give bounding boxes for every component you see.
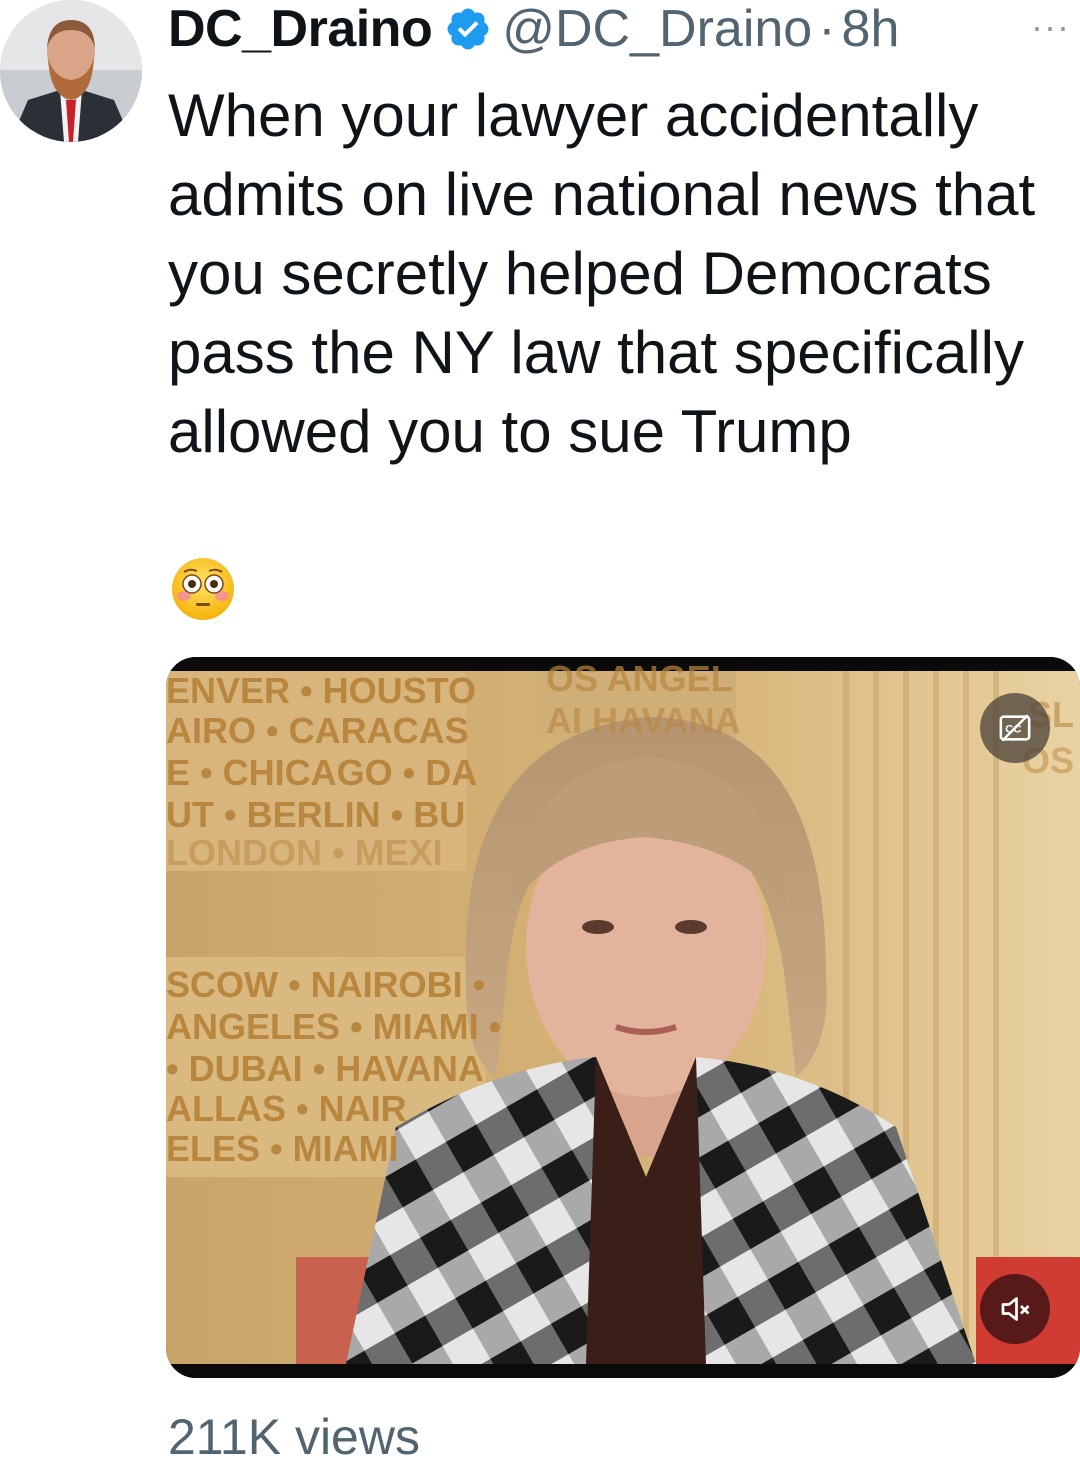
city-line-10: ELES • MIAMI	[166, 1128, 399, 1169]
city-line-11: OS ANGEL	[546, 658, 733, 699]
city-line-8: • DUBAI • HAVANA	[166, 1048, 484, 1089]
city-line-3: E • CHICAGO • DA	[166, 752, 477, 793]
header-separator: ·	[818, 0, 836, 58]
city-line-6: SCOW • NAIROBI •	[166, 964, 485, 1005]
view-count: 211K views	[168, 1409, 420, 1465]
flushed-face-emoji-icon	[170, 556, 236, 622]
city-line-12: AI HAVANA	[546, 700, 741, 741]
author-handle[interactable]: @DC_Draino	[502, 0, 812, 59]
avatar-image	[0, 0, 142, 142]
city-line-5: LONDON • MEXI	[166, 832, 443, 873]
author-avatar[interactable]	[0, 0, 142, 142]
city-line-2: AIRO • CARACAS	[166, 710, 469, 751]
tweet-video[interactable]: ENVER • HOUSTO AIRO • CARACAS E • CHICAG…	[166, 657, 1080, 1378]
more-horizontal-icon[interactable]: ···	[1031, 6, 1070, 48]
city-line-9: ALLAS • NAIR	[166, 1088, 407, 1129]
background-city-text: ENVER • HOUSTO AIRO • CARACAS E • CHICAG…	[166, 658, 1074, 1169]
city-line-4: UT • BERLIN • BU	[166, 794, 465, 835]
author-display-name[interactable]: DC_Draino	[168, 0, 433, 59]
verified-badge-icon	[444, 5, 492, 53]
volume-muted-icon[interactable]	[980, 1274, 1050, 1344]
closed-captions-off-icon[interactable]: CC	[980, 693, 1050, 763]
tweet-timestamp[interactable]: 8h	[842, 0, 900, 59]
city-line-7: ANGELES • MIAMI •	[166, 1006, 501, 1047]
city-line-1: ENVER • HOUSTO	[166, 670, 476, 711]
tweet-text: When your lawyer accidentally admits on …	[168, 82, 1036, 465]
tweet-header: DC_Draino @DC_Draino · 8h	[168, 0, 899, 58]
